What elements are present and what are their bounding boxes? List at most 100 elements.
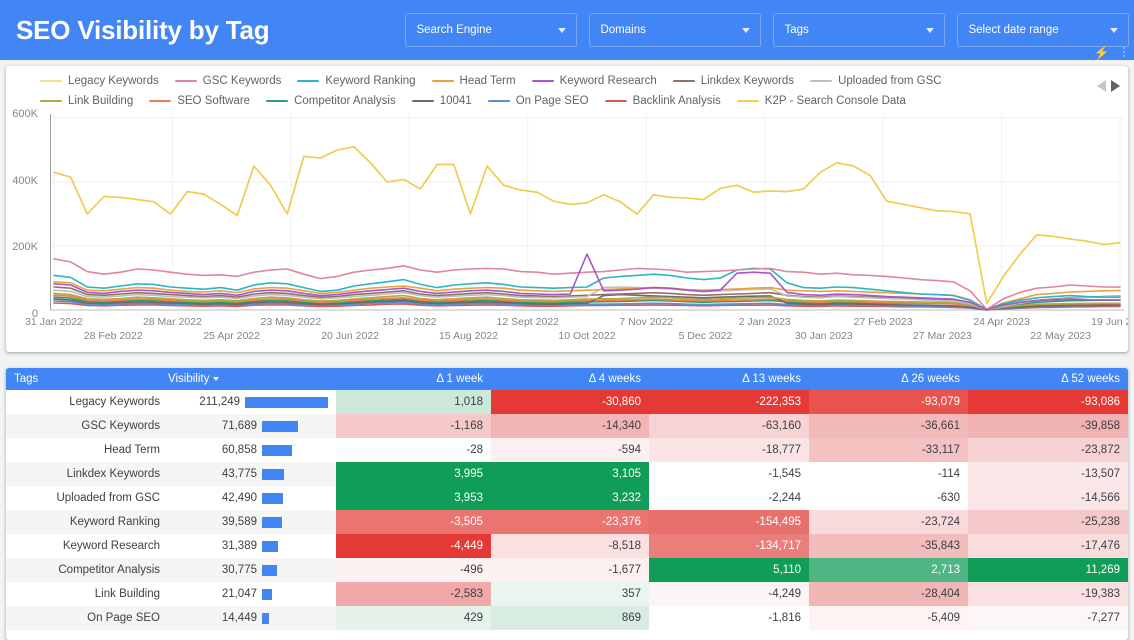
cell-delta: -19,383 xyxy=(968,582,1128,606)
chevron-down-icon xyxy=(742,27,751,33)
cell-delta: -25,238 xyxy=(968,510,1128,534)
legend-item-uploaded-from-gsc[interactable]: Uploaded from GSC xyxy=(810,75,942,87)
x-axis-tick-label: 31 Jan 2022 xyxy=(25,316,83,328)
x-axis-tick-label: 24 Apr 2023 xyxy=(973,316,1030,328)
cell-visibility: 30,775 xyxy=(168,558,336,582)
legend-label: GSC Keywords xyxy=(202,75,282,87)
table-row[interactable]: On Page SEO 14,449 429 869 -1,816 -5,409 -7,27… xyxy=(6,606,1128,630)
chart-plot-area: 0 200K 400K 600K 31 Jan 2022 28 Feb 2022 28 M… xyxy=(6,108,1128,352)
column-header-visibility[interactable]: Visibility xyxy=(168,368,336,390)
legend-item-gsc-keywords[interactable]: GSC Keywords xyxy=(174,75,282,87)
chevron-down-icon xyxy=(926,27,935,33)
legend-label: Keyword Research xyxy=(559,75,657,87)
cell-delta: -93,079 xyxy=(809,390,968,414)
filter-domains[interactable]: Domains xyxy=(589,13,762,47)
legend-item-seo-software[interactable]: SEO Software xyxy=(149,95,250,107)
x-axis-tick-label: 25 Apr 2022 xyxy=(203,330,260,342)
triangle-right-icon[interactable] xyxy=(1111,80,1120,92)
x-axis-tick-label: 10 Oct 2022 xyxy=(558,330,616,342)
table-body: Legacy Keywords 211,249 1,018 -30,860 -222,3… xyxy=(6,390,1128,630)
legend-label: Competitor Analysis xyxy=(294,95,396,107)
legend-label: Uploaded from GSC xyxy=(838,75,942,87)
x-axis-tick-label: 27 Feb 2023 xyxy=(853,316,913,328)
legend-item-link-building[interactable]: Link Building xyxy=(40,95,133,107)
cell-delta: -594 xyxy=(491,438,649,462)
column-header-tags[interactable]: Tags xyxy=(6,368,168,390)
cell-visibility: 211,249 xyxy=(168,390,336,414)
legend-item-head-term[interactable]: Head Term xyxy=(431,75,516,87)
cell-visibility: 14,449 xyxy=(168,606,336,630)
column-header-delta-13-weeks[interactable]: Δ 13 weeks xyxy=(649,368,809,390)
legend-label: K2P - Search Console Data xyxy=(764,95,906,107)
triangle-left-icon[interactable] xyxy=(1097,80,1106,92)
legend-item-legacy-keywords[interactable]: Legacy Keywords xyxy=(40,75,159,87)
y-axis-tick-label: 600K xyxy=(12,108,38,120)
cell-delta: -17,476 xyxy=(968,534,1128,558)
filter-tags[interactable]: Tags xyxy=(773,13,946,47)
page-title: SEO Visibility by Tag xyxy=(16,14,270,45)
visibility-value: 39,589 xyxy=(221,516,257,528)
cell-tag: Competitor Analysis xyxy=(6,558,168,582)
cell-delta: -8,518 xyxy=(491,534,649,558)
x-axis-tick-label: 2 Jan 2023 xyxy=(738,316,791,328)
cell-delta: -222,353 xyxy=(649,390,809,414)
cell-tag: Keyword Ranking xyxy=(6,510,168,534)
visibility-value: 42,490 xyxy=(221,492,257,504)
x-axis-tick-label: 28 Feb 2022 xyxy=(83,330,143,342)
column-header-delta-4-weeks[interactable]: Δ 4 weeks xyxy=(491,368,649,390)
y-axis-tick-label: 400K xyxy=(12,174,38,187)
lightning-bolt-icon[interactable]: ⚡ xyxy=(1094,46,1110,59)
table-row[interactable]: GSC Keywords 71,689 -1,168 -14,340 -63,160 -3… xyxy=(6,414,1128,438)
table-row[interactable]: Link Building 21,047 -2,583 357 -4,249 -28,40… xyxy=(6,582,1128,606)
cell-delta: -1,168 xyxy=(336,414,491,438)
visibility-value: 60,858 xyxy=(221,444,257,456)
visibility-bar xyxy=(262,540,278,552)
legend-label: Keyword Ranking xyxy=(325,75,416,87)
cell-delta: -23,724 xyxy=(809,510,968,534)
cell-delta: 3,105 xyxy=(491,462,649,486)
sort-descending-icon xyxy=(213,377,220,381)
legend-label: On Page SEO xyxy=(515,95,589,107)
table-row[interactable]: Uploaded from GSC 42,490 3,953 3,232 -2,244-… xyxy=(6,486,1128,510)
table-row[interactable]: Head Term 60,858 -28 -594 -18,777 -33,117 -23,… xyxy=(6,438,1128,462)
x-axis-tick-label: 23 May 2022 xyxy=(260,316,322,328)
visibility-bar xyxy=(262,492,284,504)
legend-item-k2p-search-console-data[interactable]: K2P - Search Console Data xyxy=(736,95,906,107)
legend-item-linkdex-keywords[interactable]: Linkdex Keywords xyxy=(672,75,794,87)
table-row[interactable]: Keyword Ranking 39,589 -3,505 -23,376 -154,4… xyxy=(6,510,1128,534)
filter-search-engine[interactable]: Search Engine xyxy=(405,13,578,47)
table-row[interactable]: Competitor Analysis 30,775 -496 -1,677 5,110… xyxy=(6,558,1128,582)
table-row[interactable]: Keyword Research 31,389 -4,449 -8,518 -134,7… xyxy=(6,534,1128,558)
legend-swatch-icon xyxy=(174,79,197,83)
legend-item-10041[interactable]: 10041 xyxy=(411,95,472,107)
visibility-bar xyxy=(262,588,273,600)
cell-visibility: 42,490 xyxy=(168,486,336,510)
visibility-value: 71,689 xyxy=(221,420,257,432)
legend-item-backlink-analysis[interactable]: Backlink Analysis xyxy=(604,95,721,107)
table-row[interactable]: Legacy Keywords 211,249 1,018 -30,860 -222,3… xyxy=(6,390,1128,414)
column-header-delta-1-week[interactable]: Δ 1 week xyxy=(336,368,491,390)
filter-date-range[interactable]: Select date range xyxy=(957,13,1130,47)
chevron-down-icon xyxy=(1110,27,1119,33)
visibility-bar xyxy=(262,420,298,432)
visibility-chart-card: Legacy Keywords GSC Keywords Keyword Ranki… xyxy=(6,66,1128,352)
cell-delta: -4,449 xyxy=(336,534,491,558)
tag-metrics-table: Tags Visibility Δ 1 week Δ 4 weeks Δ 13 … xyxy=(6,368,1128,630)
cell-delta: -114 xyxy=(809,462,968,486)
cell-visibility: 60,858 xyxy=(168,438,336,462)
cell-visibility: 71,689 xyxy=(168,414,336,438)
legend-item-keyword-ranking[interactable]: Keyword Ranking xyxy=(297,75,416,87)
kebab-menu-icon[interactable] xyxy=(1120,45,1128,59)
table-header: Tags Visibility Δ 1 week Δ 4 weeks Δ 13 … xyxy=(6,368,1128,390)
column-header-delta-26-weeks[interactable]: Δ 26 weeks xyxy=(809,368,968,390)
legend-item-competitor-analysis[interactable]: Competitor Analysis xyxy=(266,95,396,107)
cell-delta: -14,566 xyxy=(968,486,1128,510)
legend-item-on-page-seo[interactable]: On Page SEO xyxy=(487,95,589,107)
cell-delta: -154,495 xyxy=(649,510,809,534)
x-axis-tick-label: 20 Jun 2022 xyxy=(321,330,380,342)
table-row[interactable]: Linkdex Keywords 43,775 3,995 3,105 -1,545 -1… xyxy=(6,462,1128,486)
cell-visibility: 43,775 xyxy=(168,462,336,486)
visibility-value: 14,449 xyxy=(221,612,257,624)
legend-item-keyword-research[interactable]: Keyword Research xyxy=(531,75,657,87)
column-header-delta-52-weeks[interactable]: Δ 52 weeks xyxy=(968,368,1128,390)
